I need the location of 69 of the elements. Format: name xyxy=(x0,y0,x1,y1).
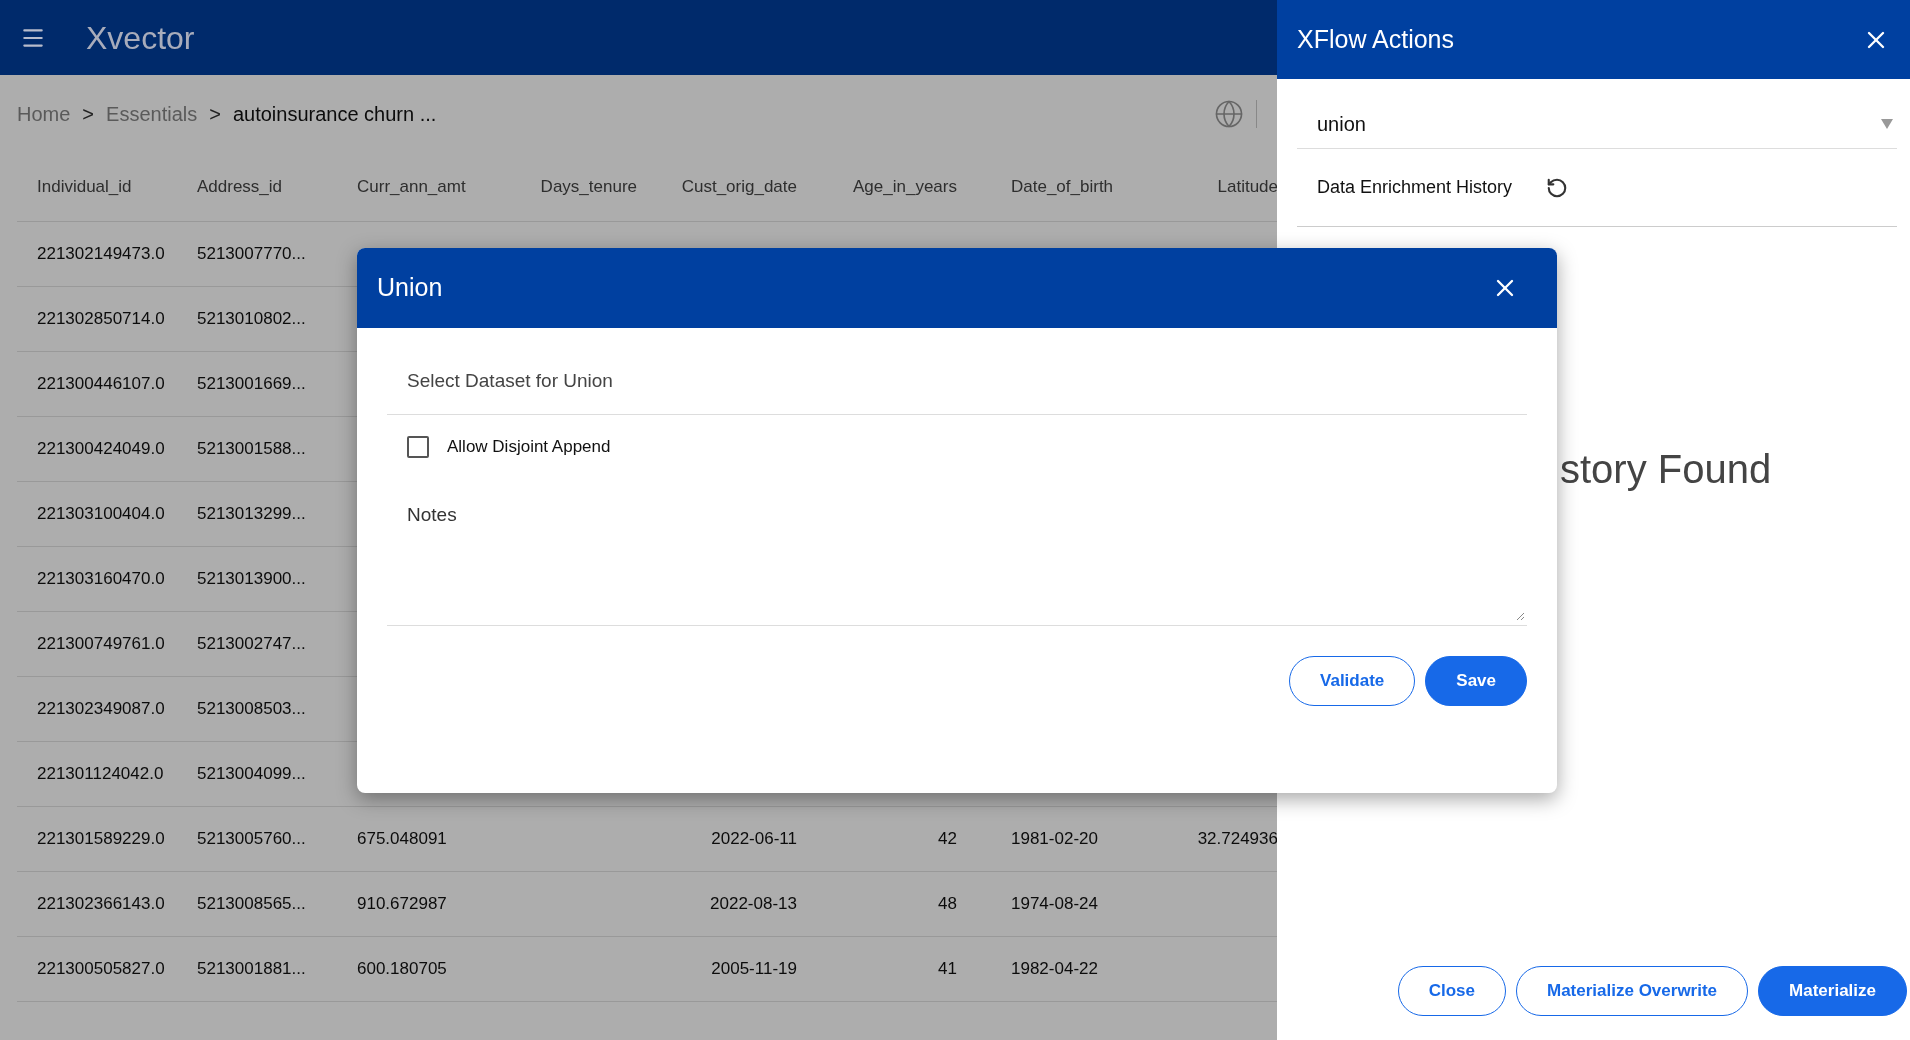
table-cell: 910.672987 xyxy=(357,894,447,914)
globe-icon[interactable] xyxy=(1214,99,1244,129)
table-cell: 600.180705 xyxy=(357,959,447,979)
app-logo: Xvector xyxy=(86,18,195,58)
table-cell: 221302149473.0 xyxy=(37,244,165,264)
checkbox-label: Allow Disjoint Append xyxy=(447,436,611,459)
notes-field[interactable]: Notes xyxy=(387,479,1527,626)
refresh-icon[interactable] xyxy=(1546,176,1569,199)
checkbox[interactable] xyxy=(407,436,429,458)
table-cell: 2022-08-13 xyxy=(710,894,797,914)
table-cell: 5213004099... xyxy=(197,764,306,784)
column-header: Age_in_years xyxy=(853,177,957,197)
table-cell: 221303100404.0 xyxy=(37,504,165,524)
table-cell: 221300505827.0 xyxy=(37,959,165,979)
table-cell: 221301589229.0 xyxy=(37,829,165,849)
primary-button[interactable]: Materialize xyxy=(1758,966,1907,1016)
table-cell: 1982-04-22 xyxy=(1011,959,1098,979)
table-cell: 221301124042.0 xyxy=(37,764,164,784)
table-cell: 5213008503... xyxy=(197,699,306,719)
breadcrumb-link[interactable]: autoinsurance churn ... xyxy=(232,99,437,129)
column-header: Address_id xyxy=(197,177,283,197)
breadcrumb-link[interactable]: Essentials xyxy=(106,99,198,129)
table-cell: 41 xyxy=(938,959,957,979)
breadcrumb-separator: > xyxy=(209,102,221,127)
table-cell: 48 xyxy=(938,894,957,914)
column-header: Days_tenure xyxy=(540,177,637,197)
outline-button[interactable]: Validate xyxy=(1289,656,1416,706)
action-select[interactable]: union xyxy=(1297,99,1897,149)
table-cell: 5213013900... xyxy=(197,569,306,589)
table-cell: 5213001669... xyxy=(197,374,306,394)
column-header: Curr_ann_amt xyxy=(357,177,466,197)
panel-title: XFlow Actions xyxy=(1297,23,1454,55)
column-header: Cust_orig_date xyxy=(681,177,797,197)
table-cell: 32.724936 xyxy=(1197,829,1277,849)
history-label: Data Enrichment History xyxy=(1317,176,1513,199)
table-cell: 221300424049.0 xyxy=(37,439,165,459)
outline-button[interactable]: Materialize Overwrite xyxy=(1516,966,1749,1016)
table-cell: 221300446107.0 xyxy=(37,374,165,394)
table-cell: 5213013299... xyxy=(197,504,306,524)
column-header: Latitude xyxy=(1217,177,1277,197)
outline-button[interactable]: Close xyxy=(1397,966,1506,1016)
dataset-field[interactable]: Select Dataset for Union xyxy=(387,348,1527,415)
table-cell: 5213001881... xyxy=(197,959,306,979)
table-cell: 5213002747... xyxy=(197,634,306,654)
table-cell: 42 xyxy=(938,829,957,849)
primary-button[interactable]: Save xyxy=(1425,656,1527,706)
breadcrumb-link[interactable]: Home xyxy=(17,99,71,129)
column-header: Date_of_birth xyxy=(1011,177,1114,197)
dialog-title: Union xyxy=(377,272,443,304)
table-cell: 221302850714.0 xyxy=(37,309,165,329)
table-cell: 5213008565... xyxy=(197,894,306,914)
empty-message: story Found xyxy=(1560,447,1772,491)
dropdown-triangle-icon xyxy=(1881,118,1893,129)
breadcrumb-separator: > xyxy=(82,102,95,127)
table-cell: 221300749761.0 xyxy=(37,634,165,654)
table-cell: 5213005760... xyxy=(197,829,306,849)
column-header: Individual_id xyxy=(37,177,132,197)
table-cell: 1974-08-24 xyxy=(1011,894,1098,914)
table-cell: 2022-06-11 xyxy=(711,829,797,849)
table-cell: 2005-11-19 xyxy=(711,959,797,979)
table-cell: 221302349087.0 xyxy=(37,699,165,719)
table-cell: 221302366143.0 xyxy=(37,894,165,914)
table-cell: 1981-02-20 xyxy=(1011,829,1098,849)
table-cell: 675.048091 xyxy=(357,829,447,849)
table-cell: 5213001588... xyxy=(197,439,306,459)
table-cell: 221303160470.0 xyxy=(37,569,165,589)
resize-handle-icon[interactable] xyxy=(1516,612,1525,621)
table-cell: 5213007770... xyxy=(197,244,306,264)
table-cell: 5213010802... xyxy=(197,309,306,329)
